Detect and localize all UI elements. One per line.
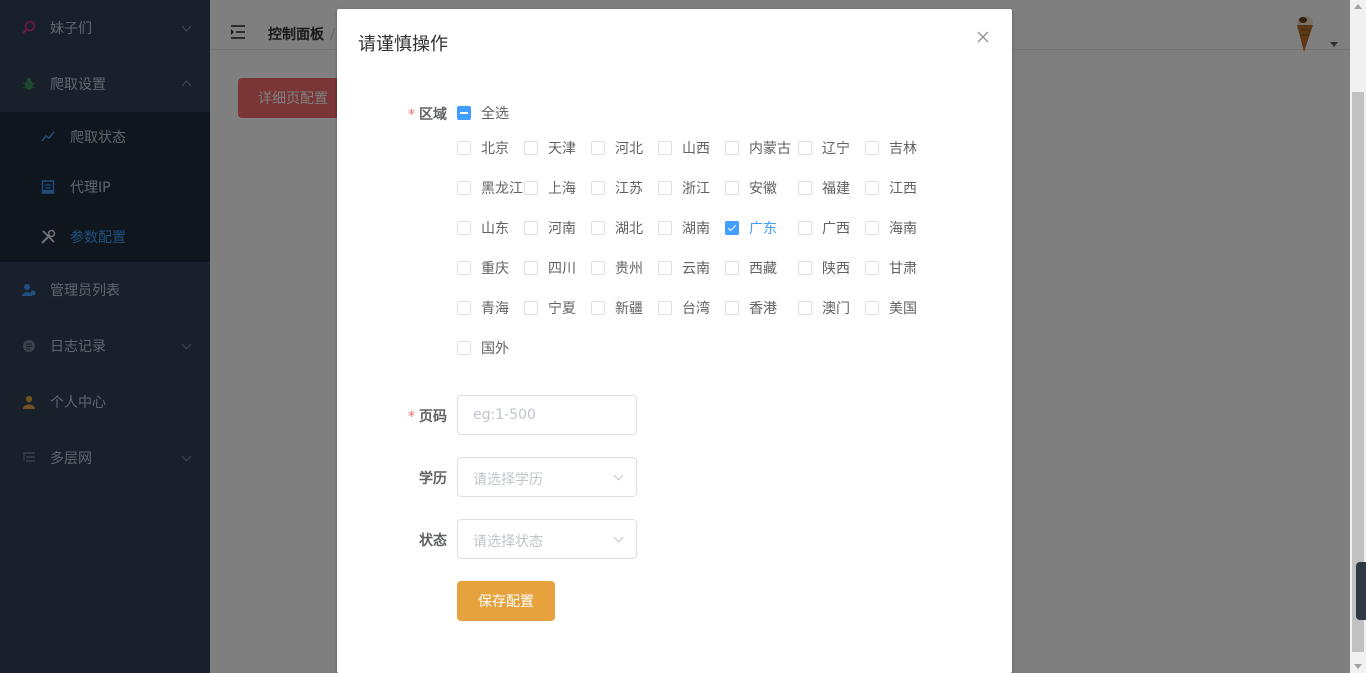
side-widget-handle[interactable] bbox=[1356, 562, 1366, 620]
select-all-checkbox[interactable]: 全选 bbox=[457, 103, 509, 123]
region-checkbox[interactable]: 香港 bbox=[725, 298, 777, 318]
page-input[interactable] bbox=[457, 395, 637, 435]
region-checkbox[interactable]: 山西 bbox=[658, 138, 710, 158]
region-checkbox[interactable]: 北京 bbox=[457, 138, 509, 158]
status-placeholder: 请选择状态 bbox=[473, 534, 543, 550]
scroll-up-icon[interactable] bbox=[1354, 4, 1362, 9]
region-checkbox[interactable]: 西藏 bbox=[725, 258, 777, 278]
region-checkbox[interactable]: 吉林 bbox=[865, 138, 917, 158]
dialog-title: 请谨慎操作 bbox=[358, 34, 448, 55]
region-checkbox[interactable]: 美国 bbox=[865, 298, 917, 318]
region-checkbox[interactable]: 江苏 bbox=[591, 178, 643, 198]
region-checkbox[interactable]: 江西 bbox=[865, 178, 917, 198]
region-checkbox[interactable]: 贵州 bbox=[591, 258, 643, 278]
region-checkbox[interactable]: 河北 bbox=[591, 138, 643, 158]
config-dialog: 请谨慎操作 * 区域 全选 北京 天津 河北 山西 内蒙古 辽宁 吉林黑龙江 上海 江苏 浙江 安徽 福… bbox=[337, 9, 1012, 673]
scroll-down-icon[interactable] bbox=[1354, 664, 1362, 669]
close-icon[interactable] bbox=[976, 30, 990, 44]
region-checkbox[interactable]: 台湾 bbox=[658, 298, 710, 318]
status-label: 状态 bbox=[419, 533, 447, 549]
region-checkbox[interactable]: 国外 bbox=[457, 338, 509, 358]
region-checkbox[interactable]: 陕西 bbox=[798, 258, 850, 278]
region-checkbox[interactable]: 安徽 bbox=[725, 178, 777, 198]
region-checkbox[interactable]: 内蒙古 bbox=[725, 138, 791, 158]
status-select[interactable]: 请选择状态 bbox=[457, 519, 637, 559]
region-checkbox[interactable]: 澳门 bbox=[798, 298, 850, 318]
region-checkbox[interactable]: 青海 bbox=[457, 298, 509, 318]
region-checkbox[interactable]: 辽宁 bbox=[798, 138, 850, 158]
region-checkbox[interactable]: 云南 bbox=[658, 258, 710, 278]
region-checkbox[interactable]: 河南 bbox=[524, 218, 576, 238]
education-select[interactable]: 请选择学历 bbox=[457, 457, 637, 497]
region-checkbox[interactable]: 广西 bbox=[798, 218, 850, 238]
region-label: * 区域 bbox=[408, 107, 447, 123]
region-checkbox[interactable]: 宁夏 bbox=[524, 298, 576, 318]
region-checkbox[interactable]: 天津 bbox=[524, 138, 576, 158]
region-checkbox[interactable]: 四川 bbox=[524, 258, 576, 278]
education-label: 学历 bbox=[419, 471, 447, 487]
page-label: * 页码 bbox=[408, 409, 447, 425]
region-checkbox[interactable]: 浙江 bbox=[658, 178, 710, 198]
save-config-button[interactable]: 保存配置 bbox=[457, 581, 555, 621]
region-checkbox[interactable]: 重庆 bbox=[457, 258, 509, 278]
region-checkbox[interactable]: 山东 bbox=[457, 218, 509, 238]
region-checkbox[interactable]: 甘肃 bbox=[865, 258, 917, 278]
region-checkbox[interactable]: 新疆 bbox=[591, 298, 643, 318]
region-checkbox[interactable]: 湖南 bbox=[658, 218, 710, 238]
region-checkbox[interactable]: 黑龙江 bbox=[457, 178, 523, 198]
education-placeholder: 请选择学历 bbox=[473, 472, 543, 488]
region-checkbox[interactable]: 上海 bbox=[524, 178, 576, 198]
chevron-down-icon bbox=[613, 532, 624, 543]
region-checkbox[interactable]: 广东 bbox=[725, 218, 777, 238]
chevron-down-icon bbox=[613, 470, 624, 481]
region-checkbox[interactable]: 湖北 bbox=[591, 218, 643, 238]
region-checkbox[interactable]: 海南 bbox=[865, 218, 917, 238]
region-checkbox[interactable]: 福建 bbox=[798, 178, 850, 198]
